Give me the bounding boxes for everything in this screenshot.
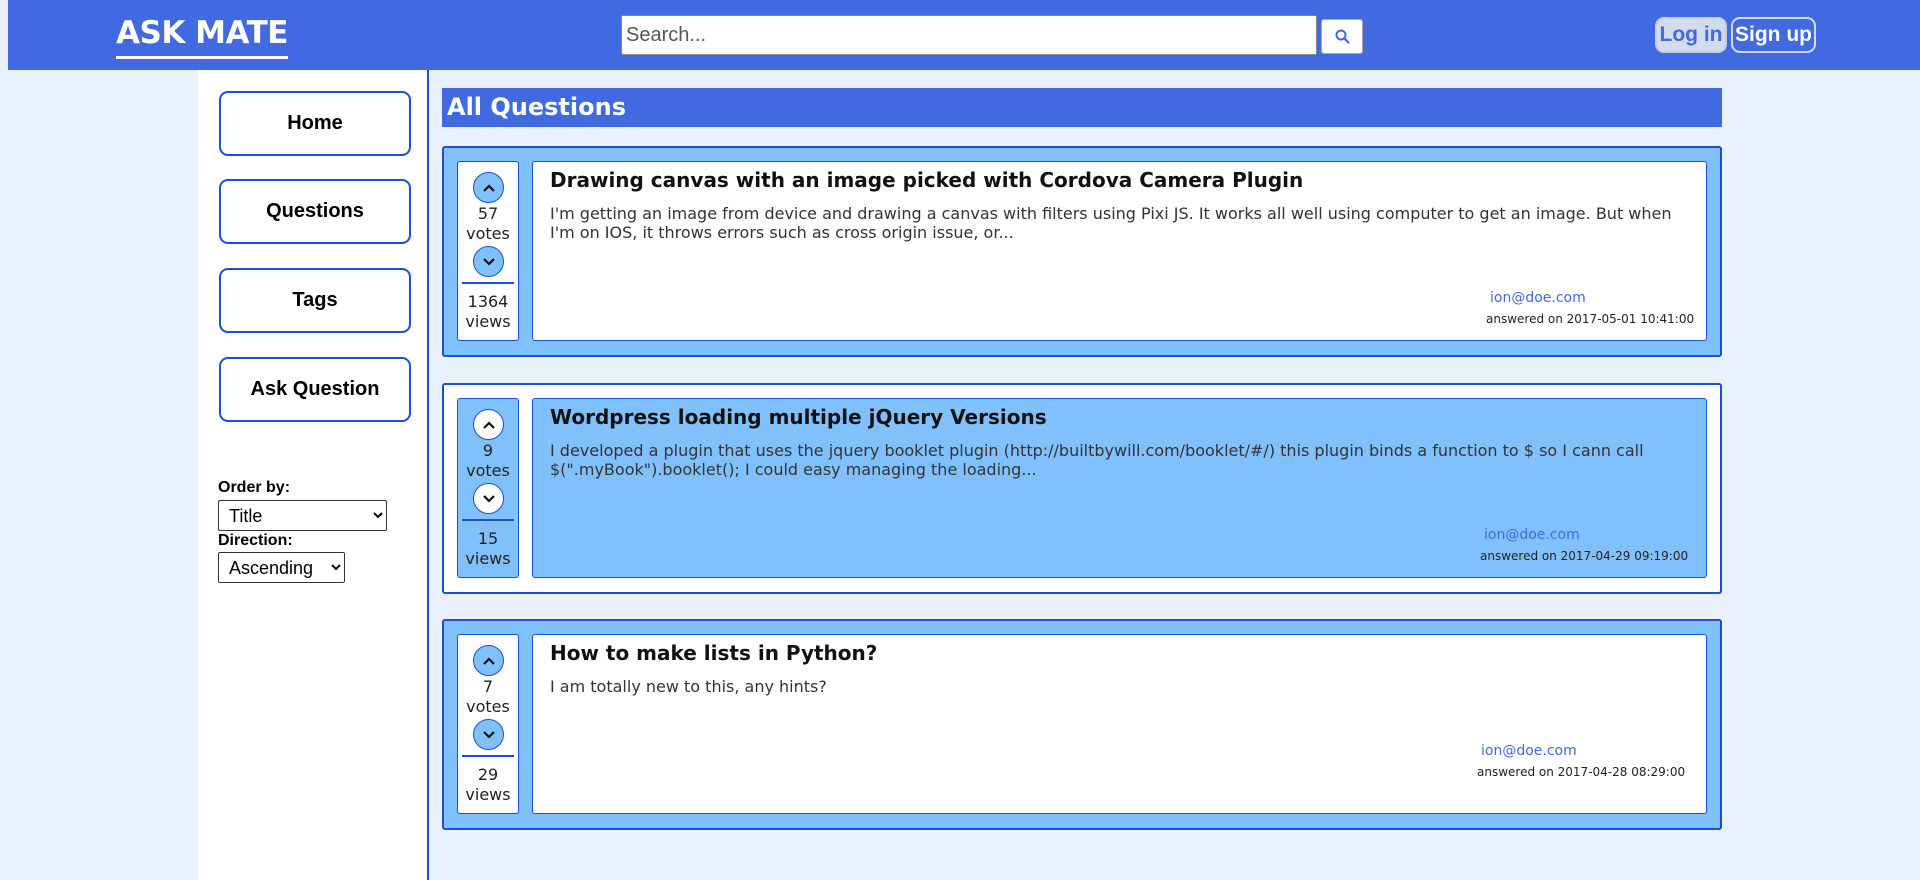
upvote-button[interactable] <box>473 645 504 676</box>
order-by-select[interactable]: Title <box>218 500 387 531</box>
chevron-up-icon <box>482 183 495 192</box>
vote-box: 9 votes 15 views <box>457 398 519 578</box>
answered-date: answered on 2017-04-28 08:29:00 <box>1477 765 1686 779</box>
question-card: 57 votes 1364 views Drawing canvas with … <box>442 146 1722 357</box>
upvote-button[interactable] <box>473 172 504 203</box>
nav-questions-button[interactable]: Questions <box>219 179 411 244</box>
direction-select[interactable]: Ascending <box>218 552 345 583</box>
answered-date: answered on 2017-04-29 09:19:00 <box>1480 549 1689 563</box>
question-title[interactable]: Wordpress loading multiple jQuery Versio… <box>550 405 1047 429</box>
page-title: All Questions <box>442 88 1722 127</box>
question-excerpt: I am totally new to this, any hints? <box>550 677 827 696</box>
question-body: How to make lists in Python? I am totall… <box>532 634 1707 814</box>
nav-home-button[interactable]: Home <box>219 91 411 156</box>
question-excerpt: I developed a plugin that uses the jquer… <box>550 441 1644 479</box>
view-count: 29 <box>477 765 499 784</box>
views-label: views <box>465 312 511 331</box>
author-link[interactable]: ion@doe.com <box>1484 527 1580 543</box>
votes-label: votes <box>466 461 510 480</box>
downvote-button[interactable] <box>473 483 504 514</box>
question-title[interactable]: Drawing canvas with an image picked with… <box>550 168 1303 192</box>
chevron-down-icon <box>482 494 495 503</box>
upvote-button[interactable] <box>473 409 504 440</box>
direction-label: Direction: <box>218 532 293 549</box>
search-icon <box>1335 29 1350 44</box>
signup-button[interactable]: Sign up <box>1731 17 1816 53</box>
votes-label: votes <box>466 697 510 716</box>
ask-question-button[interactable]: Ask Question <box>219 357 411 422</box>
question-excerpt: I'm getting an image from device and dra… <box>550 204 1672 242</box>
divider <box>462 519 514 521</box>
login-button[interactable]: Log in <box>1655 17 1727 53</box>
answered-date: answered on 2017-05-01 10:41:00 <box>1486 312 1695 326</box>
question-card: 7 votes 29 views How to make lists in Py… <box>442 619 1722 830</box>
chevron-down-icon <box>482 257 495 266</box>
vote-box: 57 votes 1364 views <box>457 161 519 341</box>
author-link[interactable]: ion@doe.com <box>1481 743 1577 759</box>
divider <box>462 755 514 757</box>
logo[interactable]: ASK MATE <box>116 14 288 59</box>
question-card: 9 votes 15 views Wordpress loading multi… <box>442 383 1722 594</box>
search-input[interactable] <box>621 15 1317 55</box>
votes-label: votes <box>466 224 510 243</box>
vote-count: 57 <box>477 204 499 223</box>
top-header: ASK MATE Log in Sign up <box>8 0 1920 70</box>
author-link[interactable]: ion@doe.com <box>1490 290 1586 306</box>
sidebar: Home Questions Tags Ask Question Order b… <box>198 70 429 880</box>
question-title[interactable]: How to make lists in Python? <box>550 641 877 665</box>
chevron-down-icon <box>482 730 495 739</box>
order-by-label: Order by: <box>218 479 291 496</box>
question-body: Drawing canvas with an image picked with… <box>532 161 1707 341</box>
vote-box: 7 votes 29 views <box>457 634 519 814</box>
vote-count: 7 <box>482 677 494 696</box>
view-count: 1364 <box>467 292 509 311</box>
downvote-button[interactable] <box>473 246 504 277</box>
divider <box>462 282 514 284</box>
vote-count: 9 <box>482 441 494 460</box>
view-count: 15 <box>477 529 499 548</box>
question-body: Wordpress loading multiple jQuery Versio… <box>532 398 1707 578</box>
views-label: views <box>465 785 511 804</box>
downvote-button[interactable] <box>473 719 504 750</box>
search-button[interactable] <box>1321 19 1363 54</box>
chevron-up-icon <box>482 656 495 665</box>
chevron-up-icon <box>482 420 495 429</box>
views-label: views <box>465 549 511 568</box>
nav-tags-button[interactable]: Tags <box>219 268 411 333</box>
